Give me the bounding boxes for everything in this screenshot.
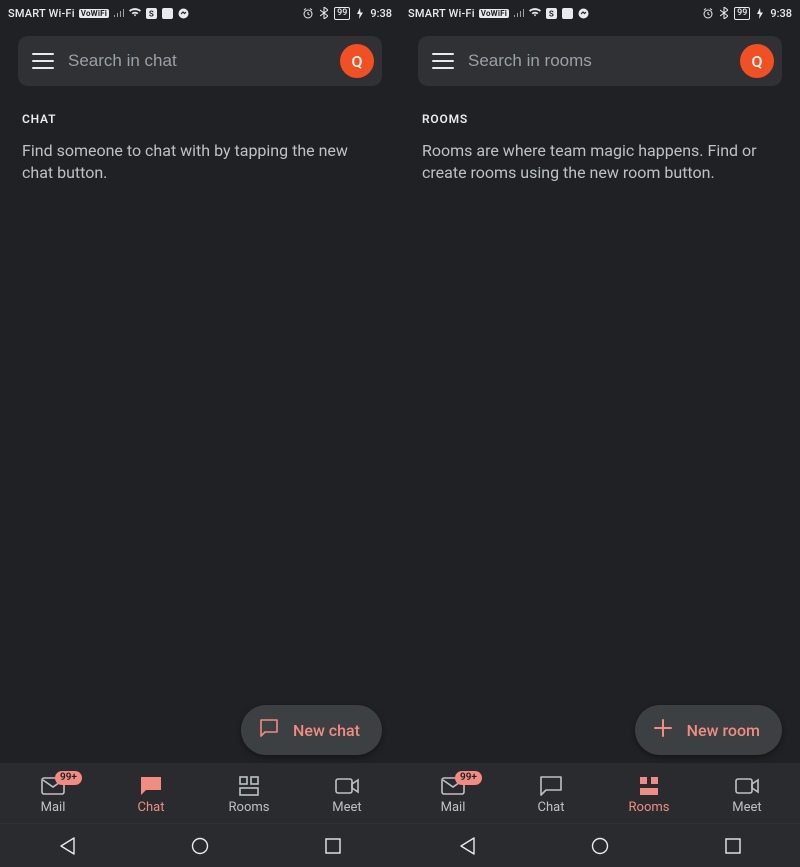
status-left: SMART Wi-Fi VoWiFi S: [8, 7, 189, 20]
nav-label: Meet: [332, 800, 361, 815]
nav-label: Meet: [732, 800, 761, 815]
bottom-nav: 99+ Mail Chat Rooms Meet: [0, 763, 400, 823]
search-input[interactable]: [468, 51, 726, 71]
nav-label: Chat: [538, 800, 565, 815]
bluetooth-icon: [718, 7, 730, 19]
nav-chat[interactable]: Chat: [102, 775, 200, 815]
avatar[interactable]: Q: [340, 44, 374, 78]
search-container: Q: [400, 26, 800, 92]
status-bar: SMART Wi-Fi VoWiFi S 99 9:38: [400, 0, 800, 26]
vowifi-badge: VoWiFi: [479, 9, 509, 18]
fab-label: New room: [687, 721, 760, 740]
svg-text:S: S: [149, 9, 154, 18]
bottom-nav: 99+ Mail Chat Rooms Meet: [400, 763, 800, 823]
app-icon-1: S: [545, 7, 557, 19]
status-right: 99 9:38: [702, 7, 792, 20]
chat-icon: [539, 775, 563, 797]
wifi-icon: [529, 7, 541, 19]
meet-icon: [735, 775, 759, 797]
system-nav: [0, 823, 400, 867]
content-area: [0, 184, 400, 763]
nav-rooms[interactable]: Rooms: [200, 775, 298, 815]
nav-meet[interactable]: Meet: [698, 775, 796, 815]
plus-icon: [653, 718, 673, 742]
rooms-icon: [237, 775, 261, 797]
search-bar[interactable]: Q: [18, 36, 382, 86]
nav-label: Mail: [441, 800, 466, 815]
rooms-icon: [637, 775, 661, 797]
app-icon-1: S: [145, 7, 157, 19]
new-room-button[interactable]: New room: [635, 705, 782, 755]
vowifi-badge: VoWiFi: [79, 9, 109, 18]
empty-state-text: Rooms are where team magic happens. Find…: [400, 132, 800, 184]
nav-meet[interactable]: Meet: [298, 775, 396, 815]
search-container: Q: [0, 26, 400, 92]
avatar[interactable]: Q: [740, 44, 774, 78]
new-chat-button[interactable]: New chat: [241, 705, 382, 755]
app-icon-2: [561, 7, 573, 19]
screen-chat: SMART Wi-Fi VoWiFi S 99 9:38 Q CHAT Find…: [0, 0, 400, 867]
home-button[interactable]: [189, 835, 211, 857]
charging-icon: [754, 7, 766, 19]
alarm-icon: [302, 7, 314, 19]
status-right: 99 9:38: [302, 7, 392, 20]
screen-rooms: SMART Wi-Fi VoWiFi S 99 9:38 Q ROOMS Roo…: [400, 0, 800, 867]
menu-icon[interactable]: [432, 53, 454, 69]
content-area: [400, 184, 800, 763]
nav-chat[interactable]: Chat: [502, 775, 600, 815]
nav-label: Chat: [138, 800, 165, 815]
wifi-icon: [129, 7, 141, 19]
back-button[interactable]: [456, 835, 478, 857]
recent-button[interactable]: [322, 835, 344, 857]
battery-level: 99: [334, 7, 350, 20]
nav-mail[interactable]: 99+ Mail: [404, 775, 502, 815]
fab-label: New chat: [293, 721, 360, 740]
nav-mail[interactable]: 99+ Mail: [4, 775, 102, 815]
nav-label: Rooms: [229, 800, 270, 815]
nav-label: Rooms: [629, 800, 670, 815]
status-bar: SMART Wi-Fi VoWiFi S 99 9:38: [0, 0, 400, 26]
search-bar[interactable]: Q: [418, 36, 782, 86]
back-button[interactable]: [56, 835, 78, 857]
bluetooth-icon: [318, 7, 330, 19]
app-icon-2: [161, 7, 173, 19]
signal-icon: [513, 7, 525, 19]
charging-icon: [354, 7, 366, 19]
nav-label: Mail: [41, 800, 66, 815]
svg-text:S: S: [549, 9, 554, 18]
menu-icon[interactable]: [32, 53, 54, 69]
messenger-icon: [177, 7, 189, 19]
mail-badge: 99+: [55, 771, 82, 785]
section-label: CHAT: [0, 92, 400, 132]
recent-button[interactable]: [722, 835, 744, 857]
clock-time: 9:38: [770, 7, 792, 20]
alarm-icon: [702, 7, 714, 19]
mail-badge: 99+: [455, 771, 482, 785]
nav-rooms[interactable]: Rooms: [600, 775, 698, 815]
messenger-icon: [577, 7, 589, 19]
battery-level: 99: [734, 7, 750, 20]
system-nav: [400, 823, 800, 867]
empty-state-text: Find someone to chat with by tapping the…: [0, 132, 400, 184]
chat-icon: [139, 775, 163, 797]
carrier-label: SMART Wi-Fi: [8, 7, 75, 20]
search-input[interactable]: [68, 51, 326, 71]
carrier-label: SMART Wi-Fi: [408, 7, 475, 20]
home-button[interactable]: [589, 835, 611, 857]
section-label: ROOMS: [400, 92, 800, 132]
clock-time: 9:38: [370, 7, 392, 20]
status-left: SMART Wi-Fi VoWiFi S: [408, 7, 589, 20]
chat-icon: [259, 718, 279, 742]
signal-icon: [113, 7, 125, 19]
meet-icon: [335, 775, 359, 797]
